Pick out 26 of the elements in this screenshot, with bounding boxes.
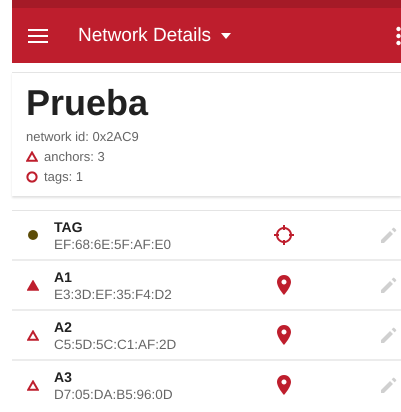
node-address: E3:3D:EF:35:F4:D2 [54,286,173,302]
tags-count: tags: 1 [44,169,84,184]
location-pin-icon[interactable] [277,375,291,395]
location-pin-icon[interactable] [277,325,291,345]
node-name: A3 [54,368,73,384]
node-row[interactable]: A2 C5:5D:5C:C1:AF:2D [12,311,401,359]
menu-icon[interactable] [28,28,48,42]
node-row[interactable]: A3 D7:05:DA:B5:96:0D [12,361,401,409]
node-name: A1 [54,268,73,284]
node-row[interactable]: A1 E3:3D:EF:35:F4:D2 [12,261,401,309]
more-icon[interactable] [396,26,401,46]
network-id: network id: 0x2AC9 [26,129,140,144]
anchors-count: anchors: 3 [44,149,105,164]
circle-icon [26,170,38,182]
triangle-icon [26,151,38,162]
caret-icon [221,32,232,38]
node-address: C5:5D:5C:C1:AF:2D [54,336,178,352]
crosshair-icon[interactable] [273,224,295,246]
node-address: EF:68:6E:5F:AF:E0 [54,236,172,252]
node-name: TAG [54,218,84,234]
location-pin-icon[interactable] [277,275,291,295]
node-name: A2 [54,318,73,334]
network-name: Prueba [26,81,150,125]
node-row[interactable]: TAG EF:68:6E:5F:AF:E0 [12,211,401,259]
node-address: D7:05:DA:B5:96:0D [54,386,174,402]
network-dropdown[interactable]: Network Details [78,24,232,46]
